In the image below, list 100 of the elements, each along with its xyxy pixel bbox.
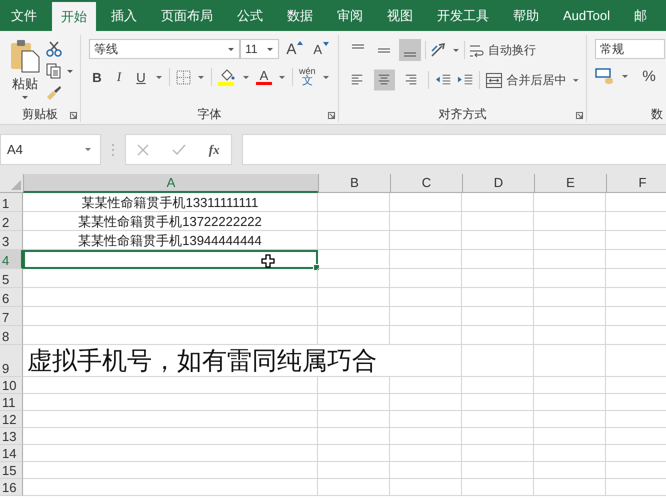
group-label: 数 [651, 106, 663, 122]
grip-icon [111, 142, 115, 156]
row-header[interactable]: 12 [0, 411, 23, 428]
orientation-icon[interactable] [430, 42, 448, 58]
grid-cell[interactable]: 某某性命籍贯手机13944444444 [23, 231, 318, 250]
shrink-font-button[interactable]: A [310, 42, 332, 56]
row-header[interactable]: 10 [0, 377, 23, 394]
caret-icon[interactable] [322, 74, 330, 80]
dialog-launcher-icon[interactable] [328, 112, 335, 119]
ribbon-tab[interactable]: 开发工具 [428, 0, 498, 31]
row-header[interactable]: 1 [0, 193, 23, 212]
ribbon-tab[interactable]: AudTool [554, 0, 619, 31]
caret-icon[interactable] [197, 74, 205, 80]
number-format-field[interactable]: 常规 [595, 39, 665, 59]
ribbon-tab[interactable]: 视图 [378, 0, 422, 31]
column-header[interactable]: A [23, 174, 318, 193]
caret-icon[interactable] [621, 74, 629, 78]
horizontal-align-button[interactable] [374, 69, 395, 91]
row-header[interactable]: 5 [0, 269, 23, 288]
fill-color-icon[interactable] [218, 68, 236, 86]
ribbon-tab[interactable]: 帮助 [504, 0, 548, 31]
caret-icon [227, 46, 236, 52]
merge-center-button[interactable]: 合并后居中 [486, 72, 566, 88]
row-header[interactable]: 16 [0, 479, 23, 496]
column-header[interactable]: B [318, 174, 390, 192]
ribbon-tab[interactable]: 邮 [624, 0, 656, 31]
down-triangle-icon [323, 42, 329, 46]
caret-icon [266, 46, 274, 52]
ribbon-tab[interactable]: 插入 [102, 0, 146, 31]
row-header[interactable]: 4 [0, 250, 23, 269]
italic-button[interactable]: I [111, 69, 127, 85]
column-header[interactable]: C [390, 174, 462, 192]
font-name-field[interactable]: 等线 [89, 39, 240, 59]
insert-function-button[interactable]: fx [208, 142, 220, 158]
ribbon-tab[interactable]: 文件 [2, 0, 46, 31]
wrap-text-button[interactable]: 自动换行 [469, 42, 536, 58]
borders-icon[interactable] [176, 70, 191, 84]
percent-button[interactable]: % [639, 68, 659, 84]
grow-font-button[interactable]: A [283, 40, 306, 58]
caret-icon[interactable] [66, 68, 74, 74]
ribbon-tab[interactable]: 开始 [52, 2, 96, 31]
ribbon-tab[interactable]: 页面布局 [152, 0, 222, 31]
cancel-icon[interactable] [137, 144, 150, 156]
row-header[interactable]: 8 [0, 326, 23, 345]
caret-icon[interactable] [452, 48, 460, 52]
column-header[interactable]: F [606, 174, 666, 192]
row-header[interactable]: 9 [0, 345, 23, 377]
row-header[interactable]: 2 [0, 212, 23, 231]
ribbon-tab[interactable]: 数据 [278, 0, 322, 31]
row-header[interactable]: 13 [0, 428, 23, 445]
grid-cell[interactable]: 虚拟手机号，如有雷同纯属巧合 [23, 345, 462, 377]
font-size-field[interactable]: 11 [240, 39, 280, 59]
bold-button[interactable]: B [89, 70, 105, 84]
increase-indent-icon[interactable] [457, 73, 474, 87]
name-box[interactable]: A4 [0, 134, 101, 165]
formula-input[interactable] [242, 134, 666, 165]
caret-icon[interactable] [155, 74, 163, 80]
font-color-button[interactable]: A [256, 69, 272, 85]
dialog-launcher-icon[interactable] [70, 112, 77, 119]
row-header[interactable]: 3 [0, 231, 23, 250]
ribbon-tab[interactable]: 公式 [228, 0, 272, 31]
up-triangle-icon [297, 40, 304, 44]
cell-text: 某某性命籍贯手机13311111111 [82, 194, 258, 211]
phonetic-button[interactable]: wén 文 [299, 67, 316, 87]
row-header[interactable]: 14 [0, 445, 23, 462]
vertical-align-button[interactable] [399, 39, 421, 61]
corner-triangle-icon [11, 180, 21, 190]
decrease-indent-icon[interactable] [434, 73, 452, 87]
cell-text: 某某性命籍贯手机13944444444 [78, 232, 262, 249]
paste-button[interactable]: 粘贴 [10, 39, 40, 106]
underline-button[interactable]: U [133, 70, 149, 84]
caret-icon[interactable] [242, 74, 250, 80]
grid-cell[interactable]: 某某性命籍贯手机13722222222 [23, 212, 318, 231]
ribbon-tab[interactable]: 审阅 [328, 0, 372, 31]
row-header[interactable]: 7 [0, 307, 23, 326]
caret-icon[interactable] [278, 74, 286, 80]
wrap-text-icon [469, 42, 484, 58]
row-header[interactable]: 6 [0, 288, 23, 307]
group-label: 剪贴板 [22, 106, 58, 122]
format-painter-icon[interactable] [46, 85, 62, 101]
copy-icon[interactable] [46, 63, 62, 79]
currency-icon[interactable] [595, 67, 615, 85]
cursor-icon [261, 254, 275, 268]
column-header[interactable]: E [534, 174, 606, 192]
dialog-launcher-icon[interactable] [576, 112, 583, 119]
enter-check-icon[interactable] [172, 144, 186, 156]
cut-icon[interactable] [46, 41, 62, 57]
group-label: 字体 [198, 106, 222, 122]
column-header[interactable]: D [462, 174, 534, 192]
caret-icon [84, 147, 92, 152]
grid-cell[interactable] [23, 250, 318, 269]
merge-cells-icon [486, 72, 502, 88]
cell-text: 虚拟手机号，如有雷同纯属巧合 [27, 346, 377, 376]
cell-text: 某某性命籍贯手机13722222222 [78, 213, 262, 230]
clipboard-icon [10, 39, 40, 73]
caret-icon[interactable] [572, 78, 580, 82]
caret-icon [21, 95, 29, 100]
row-header[interactable]: 15 [0, 462, 23, 479]
grid-cell[interactable]: 某某性命籍贯手机13311111111 [23, 193, 318, 212]
row-header[interactable]: 11 [0, 394, 23, 411]
